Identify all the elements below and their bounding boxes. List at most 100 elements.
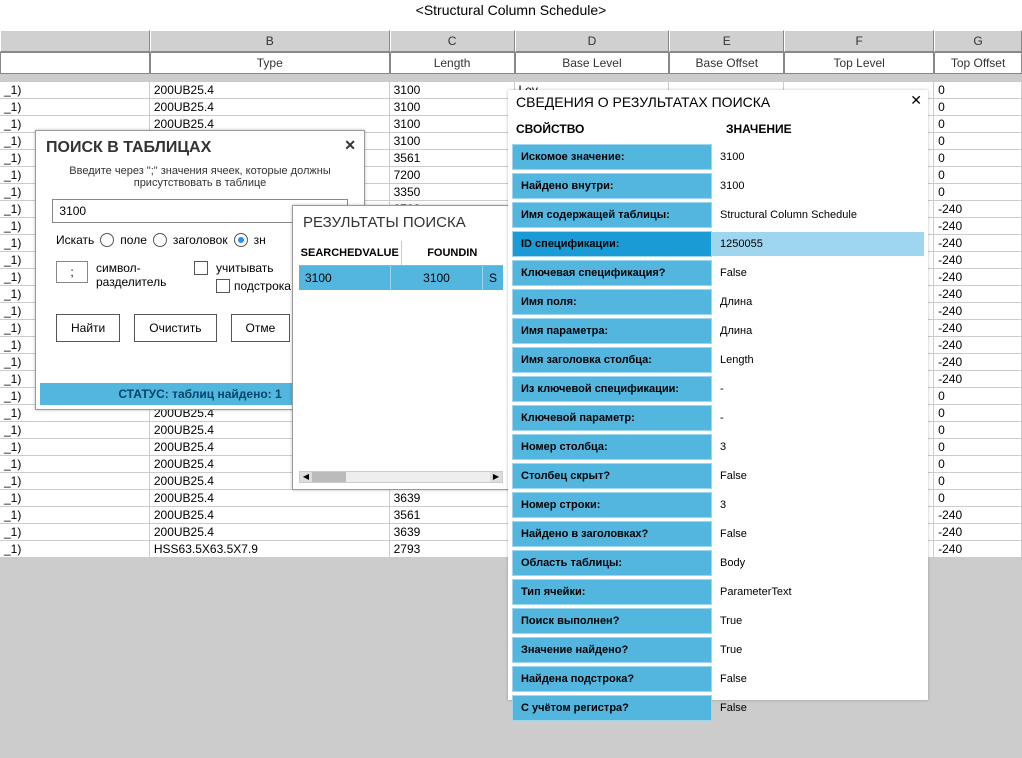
results-col-searched[interactable]: SEARCHEDVALUE: [299, 241, 402, 265]
cell[interactable]: 0: [934, 167, 1022, 184]
scroll-right-icon[interactable]: ▶: [490, 472, 502, 482]
cell[interactable]: HSS63.5X63.5X7.9: [150, 541, 390, 558]
cell[interactable]: 0: [934, 133, 1022, 150]
cell[interactable]: 200UB25.4: [150, 507, 390, 524]
details-row[interactable]: Из ключевой спецификации:-: [512, 376, 924, 402]
cell[interactable]: 0: [934, 184, 1022, 201]
radio-field[interactable]: [100, 233, 114, 247]
details-row[interactable]: Имя содержащей таблицы:Structural Column…: [512, 202, 924, 228]
cell[interactable]: 3639: [390, 490, 515, 507]
cell[interactable]: 200UB25.4: [150, 524, 390, 541]
col-letter-E[interactable]: E: [669, 30, 784, 52]
details-row[interactable]: Найдено внутри:3100: [512, 173, 924, 199]
results-row[interactable]: 3100 3100 S: [299, 266, 503, 290]
scroll-thumb[interactable]: [312, 472, 346, 482]
details-row[interactable]: Поиск выполнен?True: [512, 608, 924, 634]
col-letter-B[interactable]: B: [150, 30, 390, 52]
cell[interactable]: 3100: [390, 82, 515, 99]
cell[interactable]: _1): [0, 439, 150, 456]
cell[interactable]: 200UB25.4: [150, 99, 390, 116]
cell[interactable]: 3100: [390, 116, 515, 133]
col-name-C[interactable]: Length: [390, 52, 515, 74]
cell[interactable]: 0: [934, 439, 1022, 456]
cell[interactable]: 0: [934, 99, 1022, 116]
find-button[interactable]: Найти: [56, 314, 120, 342]
cell[interactable]: 3639: [390, 524, 515, 541]
details-row[interactable]: Столбец скрыт?False: [512, 463, 924, 489]
cell[interactable]: _1): [0, 82, 150, 99]
radio-header[interactable]: [153, 233, 167, 247]
cell[interactable]: 3100: [390, 99, 515, 116]
cell[interactable]: _1): [0, 473, 150, 490]
cell[interactable]: _1): [0, 422, 150, 439]
cell[interactable]: 0: [934, 473, 1022, 490]
cell[interactable]: -240: [934, 235, 1022, 252]
cancel-button[interactable]: Отме: [231, 314, 291, 342]
cell[interactable]: _1): [0, 507, 150, 524]
col-name-B[interactable]: Type: [150, 52, 390, 74]
details-row[interactable]: Область таблицы:Body: [512, 550, 924, 576]
col-letter-C[interactable]: C: [390, 30, 515, 52]
cell[interactable]: _1): [0, 490, 150, 507]
cell[interactable]: 0: [934, 490, 1022, 507]
cell[interactable]: -240: [934, 337, 1022, 354]
col-name-G[interactable]: Top Offset: [934, 52, 1022, 74]
cell[interactable]: -240: [934, 269, 1022, 286]
results-col-foundin[interactable]: FOUNDIN: [402, 241, 504, 265]
cell[interactable]: -240: [934, 303, 1022, 320]
cell[interactable]: 0: [934, 116, 1022, 133]
cell[interactable]: 3561: [390, 150, 515, 167]
cell[interactable]: -240: [934, 524, 1022, 541]
close-icon[interactable]: ✕: [910, 92, 922, 109]
col-letter-A[interactable]: [0, 30, 150, 52]
delimiter-input[interactable]: ;: [56, 261, 88, 283]
cell[interactable]: 0: [934, 388, 1022, 405]
radio-value[interactable]: [234, 233, 248, 247]
col-name-E[interactable]: Base Offset: [669, 52, 784, 74]
details-row[interactable]: Найдена подстрока?False: [512, 666, 924, 692]
scroll-left-icon[interactable]: ◀: [300, 472, 312, 482]
details-row[interactable]: Имя поля:Длина: [512, 289, 924, 315]
cell[interactable]: 3350: [390, 184, 515, 201]
cell[interactable]: -240: [934, 541, 1022, 558]
cell[interactable]: -240: [934, 286, 1022, 303]
cell[interactable]: 0: [934, 150, 1022, 167]
cell[interactable]: -240: [934, 201, 1022, 218]
col-letter-D[interactable]: D: [515, 30, 670, 52]
details-row[interactable]: Номер строки:3: [512, 492, 924, 518]
close-icon[interactable]: ✕: [344, 137, 356, 154]
details-row[interactable]: Ключевой параметр:-: [512, 405, 924, 431]
cell[interactable]: 3100: [390, 133, 515, 150]
details-row[interactable]: Найдено в заголовках?False: [512, 521, 924, 547]
col-letter-G[interactable]: G: [934, 30, 1022, 52]
col-name-D[interactable]: Base Level: [515, 52, 670, 74]
clear-button[interactable]: Очистить: [134, 314, 216, 342]
details-row[interactable]: Номер столбца:3: [512, 434, 924, 460]
cell[interactable]: -240: [934, 252, 1022, 269]
cell[interactable]: 0: [934, 422, 1022, 439]
cell[interactable]: -240: [934, 218, 1022, 235]
cell[interactable]: -240: [934, 320, 1022, 337]
cell[interactable]: -240: [934, 371, 1022, 388]
cell[interactable]: -240: [934, 507, 1022, 524]
col-name-A[interactable]: [0, 52, 150, 74]
cell[interactable]: 0: [934, 405, 1022, 422]
details-row[interactable]: Значение найдено?True: [512, 637, 924, 663]
case-checkbox[interactable]: [194, 261, 208, 275]
cell[interactable]: 200UB25.4: [150, 82, 390, 99]
horizontal-scrollbar[interactable]: ◀ ▶: [299, 471, 503, 483]
col-letter-F[interactable]: F: [784, 30, 934, 52]
details-row[interactable]: Имя заголовка столбца:Length: [512, 347, 924, 373]
details-row[interactable]: ID спецификации:1250055: [512, 231, 924, 257]
details-row[interactable]: Ключевая спецификация?False: [512, 260, 924, 286]
details-row[interactable]: С учётом регистра?False: [512, 695, 924, 721]
details-row[interactable]: Тип ячейки:ParameterText: [512, 579, 924, 605]
cell[interactable]: 3561: [390, 507, 515, 524]
details-row[interactable]: Имя параметра:Длина: [512, 318, 924, 344]
cell[interactable]: _1): [0, 524, 150, 541]
col-name-F[interactable]: Top Level: [784, 52, 934, 74]
cell[interactable]: 7200: [390, 167, 515, 184]
cell[interactable]: 0: [934, 456, 1022, 473]
cell[interactable]: _1): [0, 541, 150, 558]
cell[interactable]: -240: [934, 354, 1022, 371]
